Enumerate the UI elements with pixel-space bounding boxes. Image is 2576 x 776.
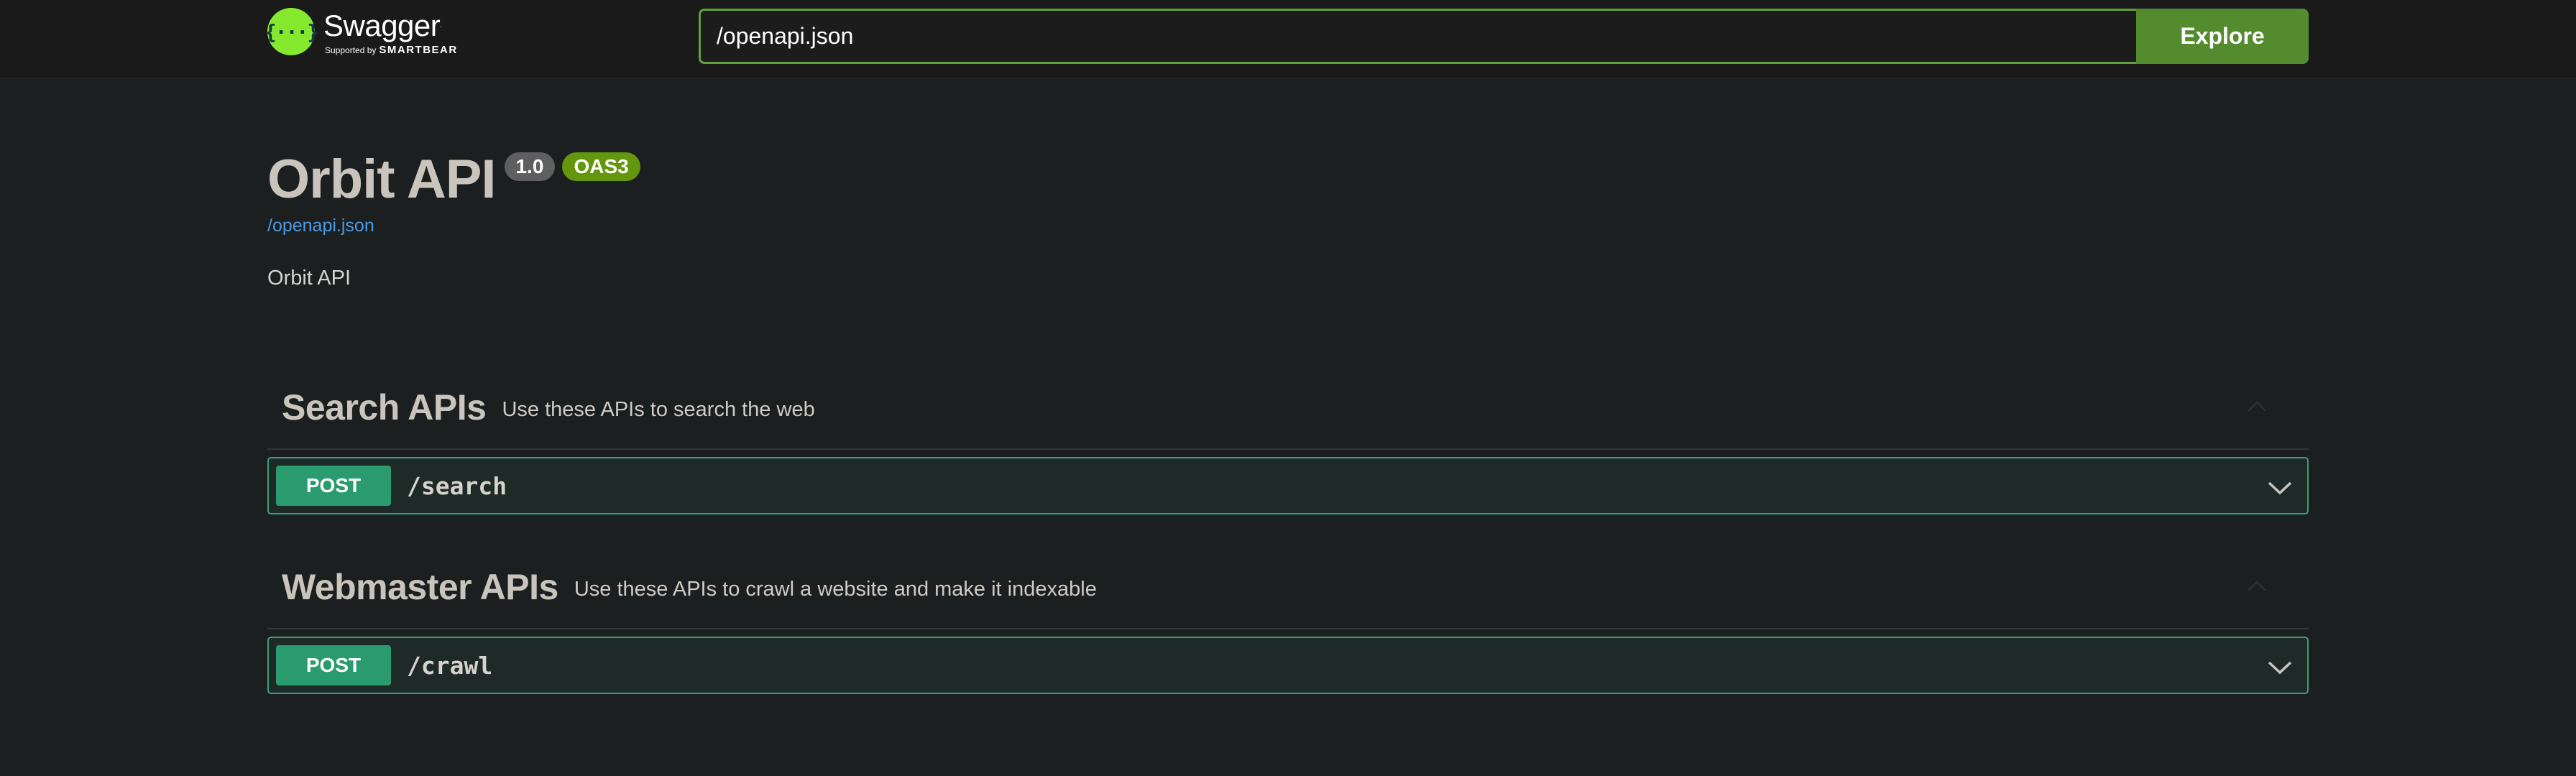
tag-header-search[interactable]: Search APIs Use these APIs to search the… [267, 366, 2309, 450]
logo-supported-by: Supported by [325, 45, 377, 55]
swagger-logo-icon: {···} [264, 8, 319, 55]
logo-text: Swagger. Supported by SMARTBEAR [323, 8, 458, 56]
trademark-mark: . [440, 22, 442, 29]
tag-section-webmaster: Webmaster APIs Use these APIs to crawl a… [267, 546, 2309, 694]
logo-subtitle: Supported by SMARTBEAR [325, 44, 458, 56]
chevron-up-icon[interactable] [2245, 398, 2268, 415]
tag-description: Use these APIs to crawl a website and ma… [574, 577, 1097, 601]
logo-title-text: Swagger [323, 9, 441, 42]
explore-button[interactable]: Explore [2136, 9, 2309, 64]
chevron-down-icon[interactable] [2266, 478, 2294, 498]
operation-path: /search [407, 471, 507, 500]
logo-brand: SMARTBEAR [379, 44, 458, 56]
operation-post-search[interactable]: POST /search [267, 457, 2309, 514]
tag-description: Use these APIs to search the web [502, 397, 815, 421]
api-info: Orbit API 1.0 OAS3 /openapi.json Orbit A… [267, 144, 640, 290]
page-title: Orbit API [267, 149, 497, 210]
spec-url-input[interactable] [699, 9, 2136, 64]
operation-post-crawl[interactable]: POST /crawl [267, 637, 2309, 694]
oas-badge: OAS3 [562, 152, 640, 181]
top-bar: {···} Swagger. Supported bySMARTBEAR Exp… [0, 0, 2576, 79]
logo-title: Swagger. [323, 8, 458, 44]
chevron-up-icon[interactable] [2245, 578, 2268, 595]
operation-path: /crawl [407, 651, 493, 680]
title-row: Orbit API 1.0 OAS3 [267, 144, 640, 216]
spec-url-form: Explore [699, 9, 2309, 64]
method-badge: POST [276, 645, 391, 685]
tag-section-search: Search APIs Use these APIs to search the… [267, 366, 2309, 514]
chevron-down-icon[interactable] [2266, 657, 2294, 678]
tag-header-webmaster[interactable]: Webmaster APIs Use these APIs to crawl a… [267, 546, 2309, 629]
version-badge: 1.0 [504, 152, 556, 181]
method-badge: POST [276, 466, 391, 506]
swagger-logo[interactable]: {···} Swagger. Supported by SMARTBEAR [264, 8, 458, 65]
tag-name: Webmaster APIs [282, 567, 558, 607]
spec-link[interactable]: /openapi.json [267, 216, 640, 236]
api-description: Orbit API [267, 267, 351, 290]
tag-name: Search APIs [282, 387, 487, 428]
